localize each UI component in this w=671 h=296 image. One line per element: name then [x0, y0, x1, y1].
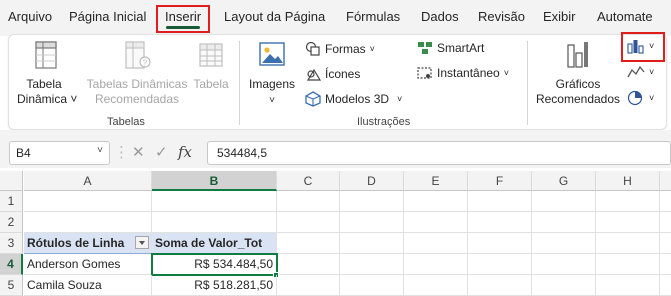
column-header-h[interactable]: H: [596, 171, 660, 191]
column-gridline: [403, 191, 404, 296]
tabela-dinamica-label-1: Tabela: [26, 77, 62, 91]
formas-label: Formas: [325, 42, 366, 56]
instantaneo-label: Instantâneo: [437, 66, 500, 80]
tab-revisao[interactable]: Revisão: [478, 9, 525, 24]
corner-select-all[interactable]: [0, 171, 23, 191]
tab-exibir[interactable]: Exibir: [543, 9, 576, 24]
pivot-table-icon: [35, 41, 57, 69]
formula-controls: ⋮ ✕ ✓ fx: [114, 141, 204, 165]
cell-b5[interactable]: R$ 518.281,50: [152, 275, 277, 296]
column-gridline: [339, 191, 340, 296]
formas-dropdown-icon: ˅: [369, 44, 375, 54]
filter-arrow-icon: [139, 241, 145, 245]
instantaneo-button[interactable]: Instantâneo ˅: [417, 66, 509, 80]
pie-chart-dropdown-icon: ˅: [649, 93, 655, 103]
row-header-1[interactable]: 1: [0, 191, 23, 212]
smartart-label: SmartArt: [437, 41, 485, 55]
tabelas-dinamicas-recomendadas-button[interactable]: ? Tabelas Dinâmicas Recomendadas: [85, 39, 189, 109]
tab-automate[interactable]: Automate: [597, 9, 653, 24]
instantaneo-dropdown-icon: ˅: [503, 68, 509, 78]
icones-button[interactable]: Ícones: [305, 66, 360, 82]
pie-chart-icon: [627, 90, 643, 106]
cell-a5[interactable]: Camila Souza: [24, 275, 152, 296]
graficos-recomendados-button[interactable]: Gráficos Recomendados: [535, 39, 621, 109]
name-box-dropdown-icon[interactable]: ˅: [97, 145, 103, 156]
column-header-d[interactable]: D: [340, 171, 404, 191]
tabela-label: Tabela: [193, 77, 229, 91]
shapes-icon: [305, 41, 320, 56]
column-gridline: [467, 191, 468, 296]
modelos-3d-button[interactable]: Modelos 3D ˅: [305, 91, 402, 107]
chart-button-highlight-box: [621, 32, 665, 62]
tab-pagina-inicial[interactable]: Página Inicial: [69, 9, 146, 24]
group-label-tabelas: Tabelas: [107, 116, 145, 128]
modelos-3d-dropdown-icon: ˅: [397, 94, 403, 104]
column-header-g[interactable]: G: [532, 171, 596, 191]
modelos-3d-label: Modelos 3D: [325, 92, 390, 106]
table-icon: [199, 43, 223, 67]
imagens-button[interactable]: Imagens ˅: [247, 39, 297, 109]
column-header-c[interactable]: C: [277, 171, 340, 191]
imagens-label: Imagens: [248, 77, 296, 91]
tabela-button[interactable]: Tabela: [193, 39, 229, 109]
line-chart-icon: [627, 65, 645, 78]
name-box[interactable]: B4 ˅: [9, 141, 110, 165]
3d-models-icon: [305, 91, 321, 107]
column-gridline: [659, 191, 660, 296]
cancel-icon[interactable]: ✕: [132, 143, 145, 161]
images-icon: [259, 42, 285, 66]
inserir-highlight-box: [156, 5, 210, 33]
column-header-f[interactable]: F: [468, 171, 532, 191]
column-header-a[interactable]: A: [24, 171, 152, 191]
tab-arquivo[interactable]: Arquivo: [8, 9, 52, 24]
insert-function-button[interactable]: fx: [178, 143, 192, 161]
ribbon-separator: [527, 41, 528, 125]
filter-dropdown-button[interactable]: [135, 236, 149, 249]
icons-icon: [306, 68, 321, 81]
column-gridline: [531, 191, 532, 296]
smartart-button[interactable]: SmartArt: [417, 41, 484, 55]
row-header-3[interactable]: 3: [0, 233, 23, 254]
ribbon: Tabela Dinâmica ˅ ? Tabelas Dinâmicas Re…: [8, 34, 667, 130]
column-header-b[interactable]: B: [152, 171, 277, 191]
icones-label: Ícones: [325, 67, 361, 81]
line-chart-dropdown-icon: ˅: [649, 67, 655, 77]
recommended-pivot-icon: ?: [125, 41, 151, 69]
cell-b4[interactable]: R$ 534.484,50: [151, 253, 278, 276]
group-label-ilustracoes: Ilustrações: [357, 116, 411, 128]
tabela-dinamica-button[interactable]: Tabela Dinâmica ˅: [17, 39, 78, 109]
cell-a4[interactable]: Anderson Gomes: [24, 254, 152, 275]
svg-text:?: ?: [143, 59, 148, 68]
tabela-dinamica-label-2: Dinâmica ˅: [17, 92, 78, 106]
cell-a3-text: Rótulos de Linha: [27, 236, 125, 250]
tabelas-dinamicas-recomendadas-label-2: Recomendadas: [94, 92, 180, 106]
more-options-icon: ⋮: [114, 144, 129, 161]
imagens-dropdown-icon: ˅: [269, 95, 275, 106]
formas-button[interactable]: Formas ˅: [305, 41, 375, 57]
pivot-row-labels-header[interactable]: Rótulos de Linha: [24, 233, 152, 254]
formula-input[interactable]: 534484,5: [207, 141, 671, 165]
tab-formulas[interactable]: Fórmulas: [346, 9, 400, 24]
row-header-2[interactable]: 2: [0, 212, 23, 233]
column-gridline: [595, 191, 596, 296]
pie-chart-button[interactable]: ˅: [627, 90, 654, 106]
ribbon-separator: [239, 41, 240, 125]
smartart-icon: [418, 42, 432, 54]
tabelas-dinamicas-recomendadas-label-1: Tabelas Dinâmicas: [86, 77, 188, 91]
column-header-e[interactable]: E: [404, 171, 468, 191]
row-header-4[interactable]: 4: [0, 254, 23, 275]
row-header-5[interactable]: 5: [0, 275, 23, 296]
screenshot-icon: [417, 67, 432, 79]
pivot-values-header[interactable]: Soma de Valor_Tot: [152, 233, 277, 254]
name-box-value: B4: [16, 146, 31, 160]
recommended-charts-icon: [567, 42, 588, 68]
graficos-recomendados-label-1: Gráficos: [555, 77, 601, 91]
tab-dados[interactable]: Dados: [421, 9, 459, 24]
menu-bar: Arquivo Página Inicial Inserir Layout da…: [0, 0, 671, 36]
column-header-next[interactable]: [660, 171, 671, 191]
enter-icon[interactable]: ✓: [155, 143, 168, 161]
tab-layout-da-pagina[interactable]: Layout da Página: [224, 9, 325, 24]
line-chart-button[interactable]: ˅: [627, 65, 654, 79]
graficos-recomendados-label-2: Recomendados: [535, 92, 621, 106]
